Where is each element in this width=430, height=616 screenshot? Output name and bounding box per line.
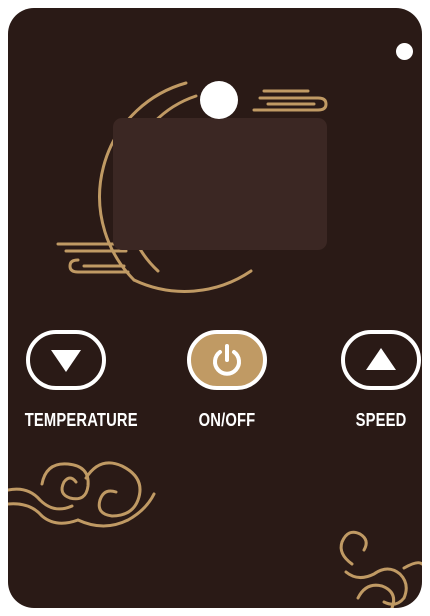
triangle-up-icon	[366, 348, 396, 370]
speed-label: SPEED	[355, 410, 407, 430]
moon-icon	[200, 81, 238, 119]
triangle-down-icon	[51, 350, 81, 372]
lcd-display	[113, 118, 327, 250]
temperature-down-button[interactable]	[26, 330, 106, 390]
temperature-label: TEMPERATURE	[24, 410, 138, 430]
power-button[interactable]	[187, 330, 267, 390]
power-icon	[213, 344, 241, 376]
speed-up-button[interactable]	[341, 330, 421, 390]
power-label: ON/OFF	[198, 410, 256, 430]
control-panel: TEMPERATURE ON/OFF SPEED	[8, 8, 422, 608]
